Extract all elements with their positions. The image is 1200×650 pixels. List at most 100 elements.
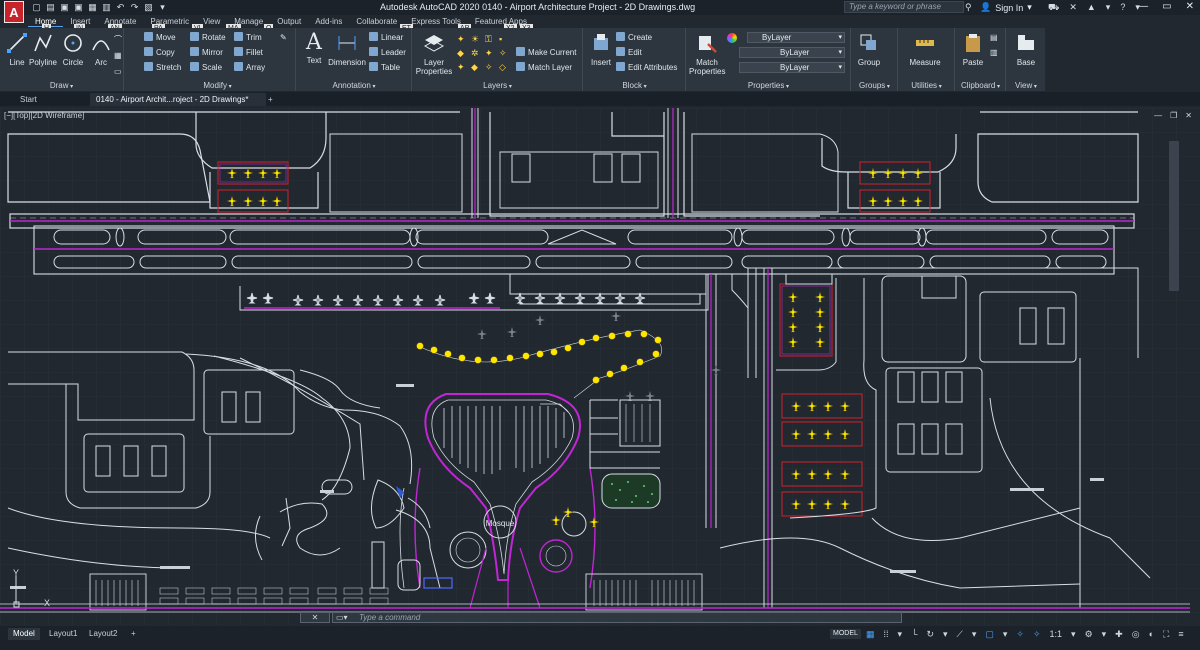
modify-panel-title[interactable]: Modify	[140, 81, 295, 90]
edit-button[interactable]: Edit	[616, 47, 642, 59]
application-menu-button[interactable]: A	[4, 1, 24, 23]
stretch-button[interactable]: Stretch	[144, 62, 181, 74]
plot-icon[interactable]: ▥	[100, 2, 113, 13]
drawing-viewport[interactable]: [−][Top][2D Wireframe] — ❐ ✕ Mosque Y X …	[0, 108, 1200, 625]
new-icon[interactable]: ▢	[30, 2, 43, 13]
chevron-down-icon[interactable]: ▾	[1003, 629, 1008, 640]
hardware-icon[interactable]: ◐	[1149, 629, 1154, 640]
start-tab[interactable]: Start	[14, 93, 43, 106]
draw-panel-title[interactable]: Draw	[0, 81, 123, 90]
layout2-tab[interactable]: Layout2	[84, 628, 122, 640]
web-save-icon[interactable]: ▦	[86, 2, 99, 13]
edit-attributes-button[interactable]: Edit Attributes	[616, 62, 677, 74]
connect-icon[interactable]: ✕	[1069, 2, 1077, 14]
make-current-button[interactable]: Make Current	[516, 47, 576, 59]
add-layout-button[interactable]: +	[126, 628, 141, 640]
layer-match-icon[interactable]: ✦	[457, 62, 469, 73]
minimize-icon[interactable]: —	[1138, 1, 1148, 12]
move-button[interactable]: Move	[144, 32, 176, 44]
close-icon[interactable]: ✕	[1185, 111, 1192, 120]
create-button[interactable]: Create	[616, 32, 652, 44]
groups-panel-title[interactable]: Groups	[852, 81, 897, 90]
isolate-icon[interactable]: ◎	[1132, 629, 1140, 640]
ortho-icon[interactable]: └	[911, 629, 917, 640]
annotation-panel-title[interactable]: Annotation	[297, 81, 411, 90]
layout1-tab[interactable]: Layout1	[44, 628, 82, 640]
mirror-button[interactable]: Mirror	[190, 47, 223, 59]
chevron-down-icon[interactable]: ▾	[972, 629, 977, 640]
model-tab[interactable]: Model	[8, 628, 40, 640]
color-wheel-icon[interactable]	[727, 33, 737, 43]
chevron-down-icon[interactable]: ▾	[898, 629, 903, 640]
annotation-visibility-icon[interactable]: ✧	[1016, 629, 1024, 640]
binoculars-icon[interactable]: ⚲	[965, 2, 972, 13]
command-close-button[interactable]: ✕	[300, 612, 330, 623]
layer-lock-icon[interactable]: ⚿	[485, 34, 497, 45]
model-space-button[interactable]: MODEL	[830, 629, 861, 639]
chevron-down-icon[interactable]: ▾	[1071, 629, 1076, 640]
group-button[interactable]: Group	[852, 32, 886, 67]
search-input[interactable]: Type a keyword or phrase	[844, 1, 964, 13]
layer-color-icon[interactable]: ▪	[499, 34, 511, 45]
paste-button[interactable]: Paste	[956, 32, 990, 67]
pencil-icon[interactable]: ✎	[280, 32, 287, 44]
undo-icon[interactable]: ↶	[114, 2, 127, 13]
layer-freeze-icon[interactable]: ✲	[471, 48, 483, 59]
cut-clip-icon[interactable]: ▥	[990, 47, 998, 59]
plus-icon[interactable]: ✚	[1115, 629, 1123, 640]
fullscreen-icon[interactable]: ⛶	[1163, 629, 1169, 640]
chevron-down-icon[interactable]: ▾	[1106, 2, 1111, 14]
text-button[interactable]: A Text	[297, 32, 331, 66]
linear-button[interactable]: Linear	[369, 32, 403, 44]
chevron-down-icon[interactable]: ▾	[1102, 629, 1107, 640]
open-icon[interactable]: ▤	[44, 2, 57, 13]
arc-button[interactable]: Arc	[84, 32, 118, 67]
layer-properties-button[interactable]: Layer Properties	[415, 32, 453, 76]
cart-icon[interactable]: ⛟	[1048, 2, 1059, 14]
scrollbar-thumb[interactable]	[1169, 141, 1179, 291]
match-properties-button[interactable]: Match Properties	[689, 32, 725, 76]
help-icon[interactable]: ?	[1120, 2, 1125, 14]
layers-panel-title[interactable]: Layers	[413, 81, 582, 90]
share-icon[interactable]: ▧	[142, 2, 155, 13]
base-button[interactable]: Base	[1009, 32, 1043, 67]
new-tab-button[interactable]: +	[262, 93, 279, 106]
measure-button[interactable]: Measure	[905, 32, 945, 67]
draw-extra-2-icon[interactable]: ▦	[114, 50, 122, 62]
block-panel-title[interactable]: Block	[584, 81, 685, 90]
draw-extra-1-icon[interactable]: ⌒	[114, 34, 122, 46]
isodraft-icon[interactable]: ⟋	[957, 629, 963, 640]
redo-icon[interactable]: ↷	[128, 2, 141, 13]
minimize-icon[interactable]: —	[1154, 111, 1162, 120]
trim-button[interactable]: Trim	[234, 32, 262, 44]
scale-button[interactable]: Scale	[190, 62, 222, 74]
table-button[interactable]: Table	[369, 62, 400, 74]
match-layer-button[interactable]: Match Layer	[516, 62, 572, 74]
chevron-down-icon[interactable]: ▾	[943, 629, 948, 640]
layer-bulb-icon[interactable]: ✦	[457, 34, 469, 45]
menu-icon[interactable]: ≡	[1178, 629, 1183, 640]
layer-iso-icon[interactable]: ◆	[457, 48, 469, 59]
command-input[interactable]: Type a command	[332, 612, 902, 623]
annotation-scale-icon[interactable]: ✧	[1033, 629, 1041, 640]
layer-unlock-icon[interactable]: ✧	[485, 62, 497, 73]
gear-icon[interactable]: ⚙	[1085, 629, 1093, 640]
clipboard-panel-title[interactable]: Clipboard	[956, 81, 1005, 90]
snap-icon[interactable]: ⁞⁞	[884, 629, 889, 640]
layer-off-icon[interactable]: ✦	[485, 48, 497, 59]
copy-button[interactable]: Copy	[144, 47, 175, 59]
polyline-button[interactable]: Polyline	[26, 32, 60, 67]
fillet-button[interactable]: Fillet	[234, 47, 263, 59]
view-panel-title[interactable]: View	[1007, 81, 1045, 90]
viewport-controls-label[interactable]: [−][Top][2D Wireframe]	[4, 111, 84, 120]
leader-button[interactable]: Leader	[369, 47, 406, 59]
drawing-tab[interactable]: 0140 - Airport Archit...roject - 2D Draw…	[90, 93, 266, 117]
lineweight-dropdown[interactable]: ByLayer	[739, 62, 845, 73]
maximize-icon[interactable]: ▭	[1162, 1, 1171, 12]
osnap-icon[interactable]: ▢	[985, 629, 994, 640]
sign-in-area[interactable]: 👤 Sign In ▾	[980, 2, 1032, 13]
polar-icon[interactable]: ↻	[926, 629, 934, 640]
grid-icon[interactable]: ▦	[866, 629, 875, 640]
save-as-icon[interactable]: ▣	[72, 2, 85, 13]
save-icon[interactable]: ▣	[58, 2, 71, 13]
